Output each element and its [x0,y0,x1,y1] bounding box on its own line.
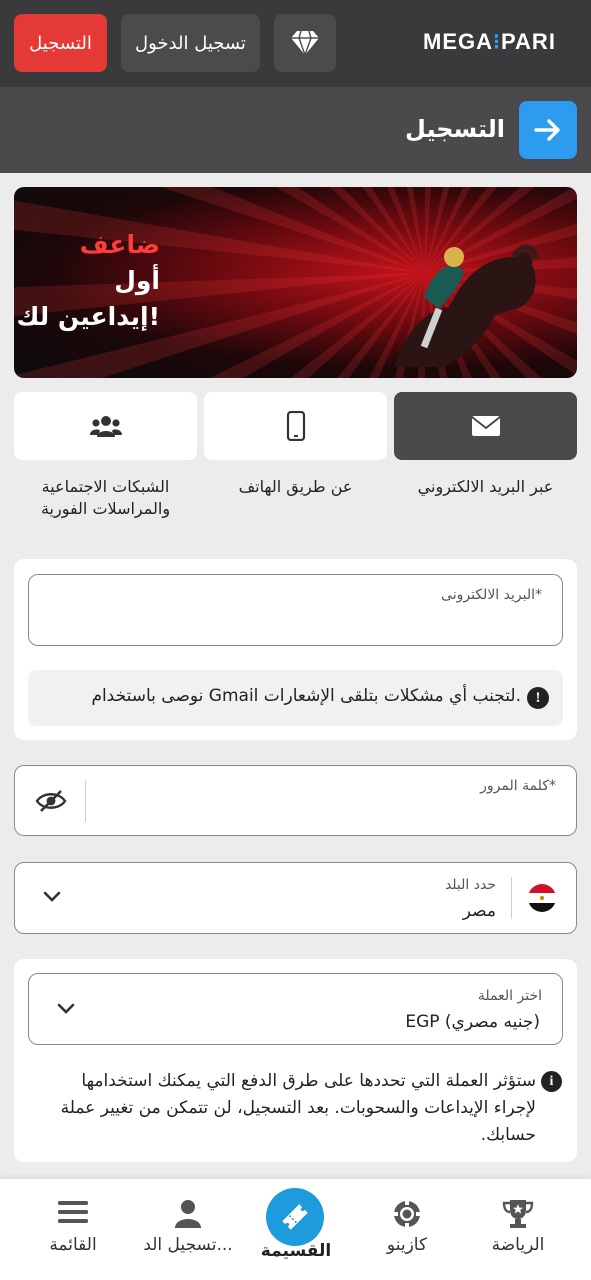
nav-casino[interactable]: كازينو [366,1179,448,1280]
method-email-label: عبر البريد الالكتروني [417,477,554,496]
country-divider [511,877,512,919]
login-button[interactable]: تسجيل الدخول [121,14,260,72]
arrow-right-icon [534,119,560,141]
nav-sports-label: الرياضة [491,1235,545,1255]
nav-login-label: تسجيل الد... [143,1235,233,1255]
email-notice-text: نوصى باستخدام Gmail لتجنب أي مشكلات بتلق… [91,686,521,706]
method-email-tab[interactable] [394,392,577,460]
diamond-icon [291,30,319,56]
chevron-down-icon [57,1003,75,1014]
banner-line-2: أول [114,266,160,295]
promo-banner[interactable]: ضاعف أول إيداعين لك! [14,187,577,378]
banner-text: ضاعف أول إيداعين لك! [14,227,160,335]
banner-line-1: ضاعف [79,230,160,259]
page-header: التسجيل [0,87,591,173]
nav-menu-label: القائمة [49,1235,97,1255]
method-social-label: الشبكات الاجتماعية والمراسلات الفورية [40,477,171,518]
email-notice: ! نوصى باستخدام Gmail لتجنب أي مشكلات بت… [28,670,563,726]
users-icon [89,416,122,437]
email-field-label: البريد الالكترونى* [441,587,542,603]
password-field[interactable]: كلمة المرور* [14,765,577,836]
egypt-flag-icon [528,884,556,912]
menu-icon [58,1201,88,1223]
nav-casino-label: كازينو [386,1235,428,1255]
page-title: التسجيل [405,115,505,143]
register-button[interactable]: التسجيل [14,14,107,72]
ticket-icon [282,1204,308,1230]
info-icon: i [541,1071,562,1092]
password-field-label: كلمة المرور* [480,778,556,794]
eye-slash-icon[interactable] [35,789,67,813]
bet-slip-button[interactable] [266,1188,324,1246]
jockey-horse-illustration [394,244,539,367]
back-button[interactable] [519,101,577,159]
megapari-logo[interactable]: MEGA⁝PARI [423,29,556,55]
trophy-icon [502,1200,534,1228]
currency-select[interactable]: اختر العملة EGP (جنيه مصري) [28,973,563,1045]
vip-button[interactable] [274,14,336,72]
nav-menu[interactable]: القائمة [28,1179,118,1280]
country-select[interactable]: حدد البلد مصر [14,862,577,934]
casino-chip-icon [393,1200,421,1228]
chevron-down-icon [43,891,61,902]
nav-sports[interactable]: الرياضة [472,1179,564,1280]
country-value: مصر [462,901,496,921]
warning-icon: ! [527,687,549,709]
nav-login[interactable]: تسجيل الد... [136,1179,240,1280]
currency-field-label: اختر العملة [477,988,542,1004]
top-bar: التسجيل تسجيل الدخول MEGA⁝PARI [0,0,591,87]
method-social-tab[interactable] [14,392,197,460]
banner-line-3: إيداعين لك! [16,302,160,331]
email-field[interactable]: البريد الالكترونى* [28,574,563,646]
phone-icon [286,411,305,441]
envelope-icon [470,416,501,436]
user-icon [175,1200,201,1228]
currency-notice-text: ستؤثر العملة التي تحددها على طرق الدفع ا… [60,1071,536,1145]
currency-value: EGP (جنيه مصري) [405,1012,540,1032]
country-field-label: حدد البلد [444,877,496,893]
method-phone-label: عن طريق الهاتف [238,477,353,496]
method-phone-tab[interactable] [204,392,387,460]
password-divider [85,780,86,822]
